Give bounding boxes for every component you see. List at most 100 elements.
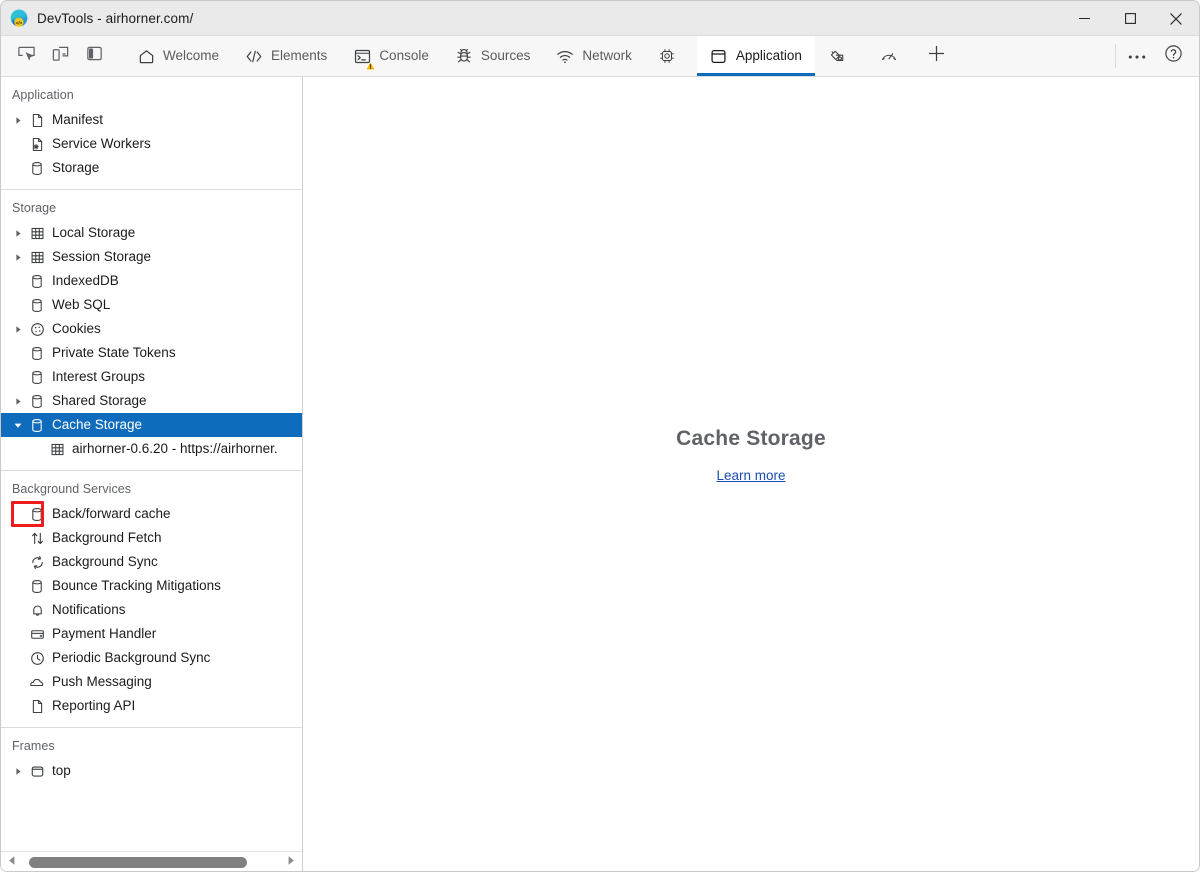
sidebar-item-back-forward-cache[interactable]: Back/forward cache — [1, 502, 302, 526]
maximize-icon — [1125, 13, 1136, 24]
database-icon — [27, 577, 47, 595]
sidebar-item-bounce-tracking-mitigations[interactable]: Bounce Tracking Mitigations — [1, 574, 302, 598]
arrows-updown-icon — [27, 529, 47, 547]
service-worker-icon — [27, 135, 47, 153]
twisty-placeholder — [9, 272, 27, 290]
tab-label: Sources — [481, 49, 531, 63]
sidebar-item-label: airhorner-0.6.20 - https://airhorner. — [72, 442, 278, 456]
chevron-right-icon[interactable] — [9, 320, 27, 338]
sidebar-section-frames: Frames top — [1, 728, 302, 792]
devtools-tab-strip: Welcome Elements — [1, 36, 1199, 77]
tab-sources[interactable]: Sources — [442, 36, 544, 76]
table-grid-icon — [27, 224, 47, 242]
cache-storage-empty-panel: Cache Storage Learn more — [303, 77, 1199, 872]
toolbar-right-divider — [1115, 44, 1116, 68]
sidebar-item-periodic-background-sync[interactable]: Periodic Background Sync — [1, 646, 302, 670]
sidebar-item-label: Push Messaging — [52, 675, 152, 689]
chevron-right-icon[interactable] — [9, 224, 27, 242]
sidebar-item-label: Private State Tokens — [52, 346, 176, 360]
triangle-right-icon — [286, 853, 296, 871]
document-icon — [27, 111, 47, 129]
tab-application[interactable]: Application — [697, 36, 815, 76]
sidebar-item-label: Reporting API — [52, 699, 135, 713]
tab-performance-insights[interactable] — [867, 36, 919, 76]
help-button[interactable] — [1155, 40, 1191, 72]
tab-console[interactable]: Console — [340, 36, 442, 76]
sidebar-item-storage[interactable]: Storage — [1, 156, 302, 180]
sidebar-item-background-sync[interactable]: Background Sync — [1, 550, 302, 574]
window-controls — [1061, 1, 1199, 36]
learn-more-link[interactable]: Learn more — [716, 468, 785, 483]
sidebar-item-service-workers[interactable]: Service Workers — [1, 132, 302, 156]
chevron-down-icon[interactable] — [9, 416, 27, 434]
sidebar-item-cache-storage[interactable]: Cache Storage — [1, 413, 302, 437]
sidebar-item-interest-groups[interactable]: Interest Groups — [1, 365, 302, 389]
sidebar-item-notifications[interactable]: Notifications — [1, 598, 302, 622]
credit-card-icon — [27, 625, 47, 643]
tab-welcome[interactable]: Welcome — [124, 36, 232, 76]
chip-settings-icon — [658, 47, 676, 65]
device-emulation-button[interactable] — [43, 40, 77, 72]
sidebar-section-background-services: Background Services Back/forward cache — [1, 471, 302, 728]
section-title: Background Services — [1, 471, 302, 502]
sidebar-item-session-storage[interactable]: Session Storage — [1, 245, 302, 269]
sidebar-item-top-frame[interactable]: top — [1, 759, 302, 783]
sidebar-item-payment-handler[interactable]: Payment Handler — [1, 622, 302, 646]
tab-performance-settings[interactable] — [645, 36, 697, 76]
home-icon — [137, 47, 155, 65]
sidebar-item-indexeddb[interactable]: IndexedDB — [1, 269, 302, 293]
chevron-right-icon[interactable] — [9, 392, 27, 410]
application-sidebar: Application Manifest — [1, 77, 303, 872]
dock-side-button[interactable] — [77, 40, 111, 72]
sidebar-item-local-storage[interactable]: Local Storage — [1, 221, 302, 245]
twisty-placeholder — [9, 159, 27, 177]
customize-devtools-button[interactable] — [1119, 40, 1155, 72]
twisty-placeholder — [9, 625, 27, 643]
more-tools-button[interactable] — [919, 36, 955, 76]
scroll-right-button[interactable] — [280, 852, 302, 872]
sidebar-item-manifest[interactable]: Manifest — [1, 108, 302, 132]
sidebar-item-web-sql[interactable]: Web SQL — [1, 293, 302, 317]
sidebar-item-label: IndexedDB — [52, 274, 119, 288]
chevron-right-icon[interactable] — [9, 762, 27, 780]
plus-icon — [928, 45, 945, 67]
sidebar-item-shared-storage[interactable]: Shared Storage — [1, 389, 302, 413]
sidebar-item-label: Storage — [52, 161, 99, 175]
sidebar-item-label: Payment Handler — [52, 627, 156, 641]
maximize-button[interactable] — [1107, 1, 1153, 36]
sidebar-item-cache-entry[interactable]: airhorner-0.6.20 - https://airhorner. — [1, 437, 302, 461]
recorder-icon — [828, 47, 846, 65]
sidebar-section-storage: Storage Local Storage — [1, 190, 302, 471]
tab-label: Console — [379, 49, 429, 63]
console-prompt-icon — [353, 47, 371, 65]
scroll-left-button[interactable] — [1, 852, 23, 872]
tab-elements[interactable]: Elements — [232, 36, 340, 76]
scrollbar-thumb[interactable] — [29, 857, 247, 868]
sidebar-item-cookies[interactable]: Cookies — [1, 317, 302, 341]
sidebar-item-label: Background Fetch — [52, 531, 162, 545]
sidebar-item-background-fetch[interactable]: Background Fetch — [1, 526, 302, 550]
database-icon — [27, 159, 47, 177]
chevron-right-icon[interactable] — [9, 111, 27, 129]
tab-recorder[interactable] — [815, 36, 867, 76]
tab-network[interactable]: Network — [543, 36, 645, 76]
triangle-left-icon — [7, 853, 17, 871]
sidebar-item-reporting-api[interactable]: Reporting API — [1, 694, 302, 718]
sidebar-item-label: Bounce Tracking Mitigations — [52, 579, 221, 593]
sidebar-item-private-state-tokens[interactable]: Private State Tokens — [1, 341, 302, 365]
clock-icon — [27, 649, 47, 667]
toolbar-left-icons — [1, 36, 124, 76]
close-button[interactable] — [1153, 1, 1199, 36]
sidebar-item-push-messaging[interactable]: Push Messaging — [1, 670, 302, 694]
minimize-button[interactable] — [1061, 1, 1107, 36]
scrollbar-track[interactable] — [23, 852, 280, 872]
title-bar: </> DevTools - airhorner.com/ — [1, 1, 1199, 36]
twisty-placeholder — [9, 673, 27, 691]
sidebar-horizontal-scrollbar[interactable] — [1, 851, 302, 872]
inspect-element-button[interactable] — [9, 40, 43, 72]
chevron-right-icon[interactable] — [9, 248, 27, 266]
page-title: Cache Storage — [676, 427, 826, 451]
database-icon — [27, 344, 47, 362]
minimize-icon — [1079, 13, 1090, 24]
database-icon — [27, 368, 47, 386]
